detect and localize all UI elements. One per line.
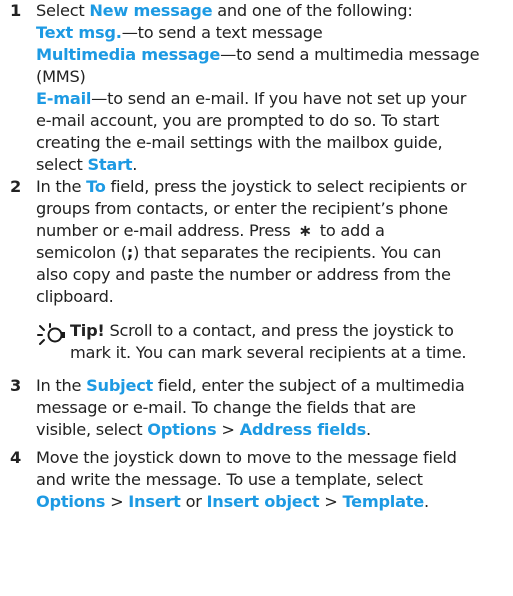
menu-template: Template (342, 492, 424, 511)
step-number-3: 3 (10, 376, 22, 395)
lightbulb-icon (37, 323, 65, 345)
step-4: Move the joystick down to move to the me… (36, 448, 457, 511)
option-text-msg: Text msg.—to send a text message (36, 23, 323, 42)
step-1-line-1: Select New message and one of the follow… (36, 1, 413, 20)
menu-start: Start (87, 155, 133, 174)
menu-insert: Insert (128, 492, 181, 511)
menu-options: Options (147, 420, 217, 439)
step-number-4: 4 (10, 448, 22, 467)
step-1: Select New message and one of the follow… (36, 0, 511, 176)
star-key-icon: ∗ (298, 221, 312, 240)
menu-address-fields: Address fields (239, 420, 367, 439)
option-email-line-3: creating the e-mail settings with the ma… (36, 133, 443, 152)
option-multimedia: Multimedia message—to send a multimedia … (36, 45, 480, 64)
menu-insert-object: Insert object (206, 492, 320, 511)
option-multimedia-cont: (MMS) (36, 67, 86, 86)
step-3: In the Subject field, enter the subject … (36, 376, 465, 439)
step-number-2: 2 (10, 177, 22, 196)
option-email-line-4: select Start. (36, 155, 138, 174)
step-2: In the To field, press the joystick to s… (36, 177, 467, 306)
menu-new-message: New message (89, 1, 213, 20)
tip-label: Tip! (70, 321, 105, 340)
step-number-1: 1 (10, 1, 22, 20)
field-to: To (86, 177, 106, 196)
option-email: E-mail—to send an e-mail. If you have no… (36, 89, 467, 108)
field-subject: Subject (86, 376, 154, 395)
menu-options-2: Options (36, 492, 106, 511)
option-email-line-2: e-mail account, you are prompted to do s… (36, 111, 440, 130)
